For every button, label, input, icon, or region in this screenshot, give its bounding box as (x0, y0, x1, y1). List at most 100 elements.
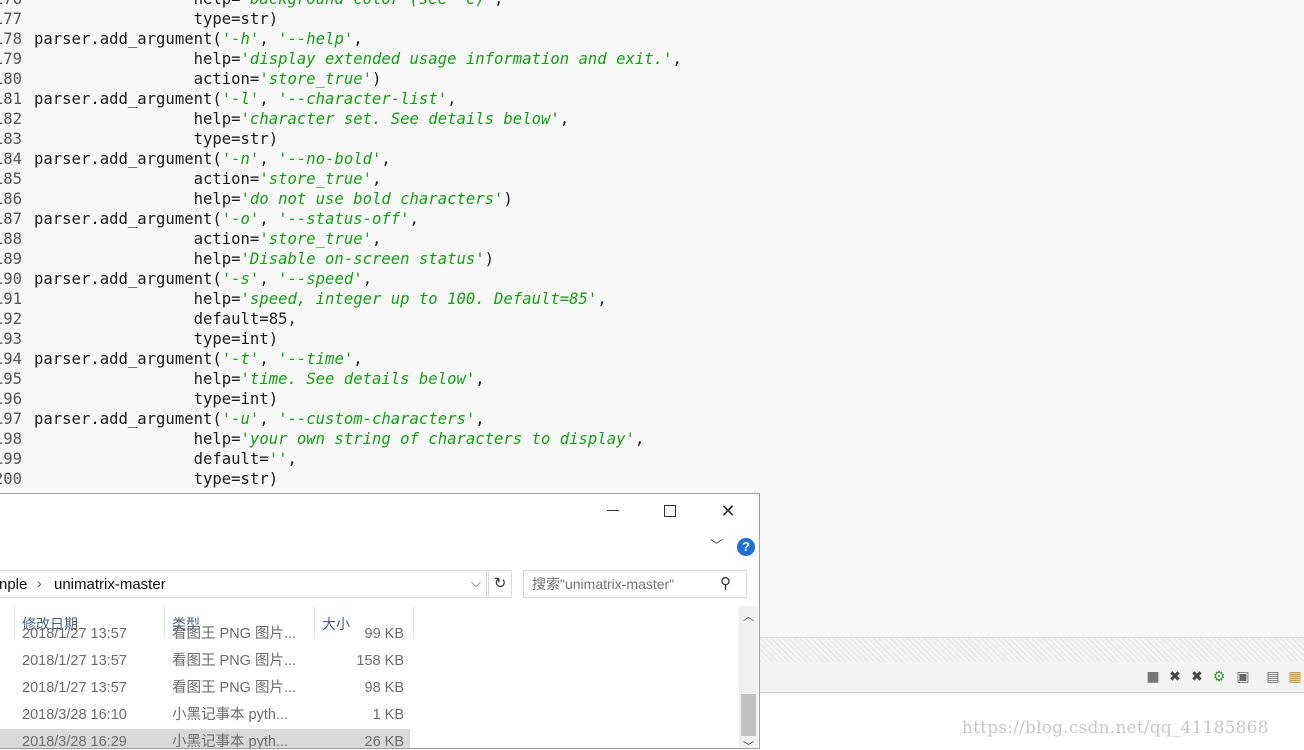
code-text: help='character set. See details below', (34, 110, 570, 128)
code-line[interactable]: 185 action='store_true', (0, 169, 1304, 189)
code-text: parser.add_argument('-u', '--custom-char… (34, 410, 485, 428)
line-number: 197 (0, 410, 22, 428)
vertical-scrollbar[interactable]: ︿ ﹀ (739, 606, 758, 748)
line-number: 188 (0, 230, 22, 248)
chevron-down-icon[interactable]: ⌵ (471, 575, 481, 591)
code-text: parser.add_argument('-s', '--speed', (34, 270, 372, 288)
code-line[interactable]: 186 help='do not use bold characters') (0, 189, 1304, 209)
line-number: 200 (0, 470, 22, 488)
refresh-button[interactable]: ↻ (488, 570, 512, 598)
code-line[interactable]: 187 parser.add_argument('-o', '--status-o… (0, 209, 1304, 229)
file-date: 2018/1/27 13:57 (22, 680, 127, 696)
debug-icon[interactable]: ⚙ (1212, 670, 1226, 684)
code-line[interactable]: 196 type=int) (0, 389, 1304, 409)
column-divider[interactable] (413, 606, 414, 638)
code-text: default='', (34, 450, 297, 468)
code-text: type=int) (34, 330, 279, 348)
scroll-down-icon[interactable]: ﹀ (743, 738, 754, 748)
minimize-button[interactable] (590, 494, 636, 528)
pin-console-icon[interactable]: ▤ (1266, 670, 1280, 684)
remove-icon[interactable]: ✖ (1168, 670, 1182, 684)
file-row[interactable]: 2018/1/27 13:57 看图王 PNG 图片... 158 KB (0, 648, 410, 675)
code-line[interactable]: 177 type=str) (0, 9, 1304, 29)
search-box[interactable]: ⚲ (523, 570, 747, 598)
line-number: 184 (0, 150, 22, 168)
line-number: 179 (0, 50, 22, 68)
file-size: 99 KB (364, 626, 405, 642)
chevron-right-icon[interactable]: › (37, 575, 42, 591)
code-text: parser.add_argument('-l', '--character-l… (34, 90, 457, 108)
file-type: 看图王 PNG 图片... (172, 680, 297, 696)
file-type: 小黑记事本 pyth... (172, 707, 289, 723)
code-line[interactable]: 191 help='speed, integer up to 100. Defa… (0, 289, 1304, 309)
file-date: 2018/3/28 16:10 (22, 707, 127, 723)
line-number: 199 (0, 450, 22, 468)
display-console-icon[interactable]: ▣ (1236, 670, 1250, 684)
code-text: parser.add_argument('-t', '--time', (34, 350, 363, 368)
code-line[interactable]: 182 help='character set. See details bel… (0, 109, 1304, 129)
maximize-button[interactable] (647, 494, 693, 528)
help-icon[interactable]: ? (737, 538, 755, 556)
search-icon[interactable]: ⚲ (720, 574, 731, 592)
code-line[interactable]: 178 parser.add_argument('-h', '--help', (0, 29, 1304, 49)
code-text: default=85, (34, 310, 297, 328)
file-row[interactable]: 2018/1/27 13:57 看图王 PNG 图片... 98 KB (0, 675, 410, 702)
code-text: type=str) (34, 130, 279, 148)
line-number: 183 (0, 130, 22, 148)
open-console-icon[interactable]: ▦ (1288, 670, 1302, 684)
minimize-icon (607, 510, 619, 512)
code-line[interactable]: 194 parser.add_argument('-t', '--time', (0, 349, 1304, 369)
ribbon-row: ﹀ ? (0, 532, 758, 560)
breadcrumb-previous[interactable]: nple (0, 576, 27, 593)
close-button[interactable]: ✕ (705, 494, 751, 528)
code-line[interactable]: 200 type=str) (0, 469, 1304, 489)
code-editor[interactable]: 176 help='background color (see -c)',177… (0, 0, 1304, 499)
file-size: 98 KB (364, 680, 405, 696)
code-line[interactable]: 199 default='', (0, 449, 1304, 469)
code-line[interactable]: 193 type=int) (0, 329, 1304, 349)
code-text: help='Disable on-screen status') (34, 250, 495, 268)
code-line[interactable]: 183 type=str) (0, 129, 1304, 149)
file-row[interactable]: 2018/3/28 16:29 小黑记事本 pyth... 26 KB (0, 729, 410, 749)
code-text: help='your own string of characters to d… (34, 430, 645, 448)
line-number: 181 (0, 90, 22, 108)
code-line[interactable]: 197 parser.add_argument('-u', '--custom-c… (0, 409, 1304, 429)
watermark: https://blog.csdn.net/qq_41185868 (962, 718, 1269, 738)
code-text: action='store_true', (34, 230, 382, 248)
code-line[interactable]: 195 help='time. See details below', (0, 369, 1304, 389)
code-line[interactable]: 176 help='background color (see -c)', (0, 0, 1304, 9)
breadcrumb-current[interactable]: unimatrix-master (54, 576, 166, 593)
close-icon: ✕ (720, 501, 736, 521)
code-text: help='display extended usage information… (34, 50, 682, 68)
code-line[interactable]: 184 parser.add_argument('-n', '--no-bold'… (0, 149, 1304, 169)
code-line[interactable]: 198 help='your own string of characters … (0, 429, 1304, 449)
file-date: 2018/1/27 13:57 (22, 653, 127, 669)
code-line[interactable]: 190 parser.add_argument('-s', '--speed', (0, 269, 1304, 289)
file-row[interactable]: 2018/3/28 16:10 小黑记事本 pyth... 1 KB (0, 702, 410, 729)
file-size: 26 KB (364, 734, 405, 749)
code-line[interactable]: 189 help='Disable on-screen status') (0, 249, 1304, 269)
chevron-down-icon[interactable]: ﹀ (710, 535, 723, 554)
remove-all-icon[interactable]: ✖ (1190, 670, 1204, 684)
stop-icon[interactable]: ■ (1146, 670, 1160, 684)
file-row[interactable]: 2018/1/27 13:57 看图王 PNG 图片... 99 KB (0, 621, 410, 648)
line-number: 180 (0, 70, 22, 88)
line-number: 191 (0, 290, 22, 308)
code-line[interactable]: 179 help='display extended usage informa… (0, 49, 1304, 69)
code-line[interactable]: 192 default=85, (0, 309, 1304, 329)
code-text: parser.add_argument('-n', '--no-bold', (34, 150, 391, 168)
code-text: type=str) (34, 10, 279, 28)
line-number: 178 (0, 30, 22, 48)
scroll-up-icon[interactable]: ︿ (743, 608, 754, 624)
code-line[interactable]: 181 parser.add_argument('-l', '--characte… (0, 89, 1304, 109)
file-size: 1 KB (372, 707, 404, 723)
code-line[interactable]: 188 action='store_true', (0, 229, 1304, 249)
search-input[interactable] (532, 571, 712, 597)
code-text: parser.add_argument('-h', '--help', (34, 30, 363, 48)
panel-splitter[interactable] (760, 637, 1304, 663)
file-explorer-window: ✕ ﹀ ? nple › unimatrix-master ⌵ ↻ ⚲ 修改日期… (0, 493, 760, 749)
code-line[interactable]: 180 action='store_true') (0, 69, 1304, 89)
scrollbar-thumb[interactable] (741, 694, 756, 736)
address-bar[interactable]: nple › unimatrix-master ⌵ (0, 570, 487, 598)
file-type: 看图王 PNG 图片... (172, 626, 297, 642)
